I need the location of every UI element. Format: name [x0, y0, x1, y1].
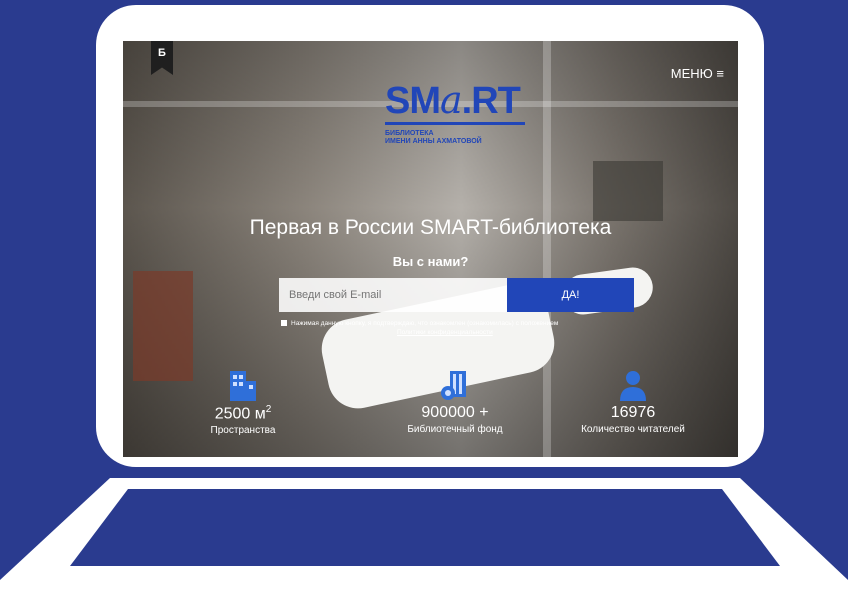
background-shelf-divider	[543, 41, 551, 457]
building-icon	[173, 369, 313, 401]
hero-headline: Первая в России SMART-библиотека	[249, 216, 612, 239]
bookmark-icon[interactable]: Б	[151, 41, 173, 75]
hero-question: Вы с нами?	[392, 254, 469, 269]
logo-wordmark: SMa.RT	[385, 78, 521, 122]
stat-fund-value: 900000 +	[421, 404, 489, 421]
submit-button[interactable]: ДА!	[507, 278, 634, 312]
stat-space-label: Пространства	[210, 425, 276, 437]
browser-screen: Б МЕНЮ ≡ SMa.RT БИБЛИОТЕКА ИМЕНИ АННЫ АХМ…	[123, 41, 738, 457]
background-books	[133, 271, 193, 381]
person-icon	[563, 369, 703, 401]
stat-readers: 16976 Количество читателей	[563, 369, 703, 435]
consent-text: Нажимая данную кнопку, я подтверждаю, чт…	[291, 320, 559, 327]
email-input[interactable]	[279, 278, 507, 312]
logo-subtitle: БИБЛИОТЕКА ИМЕНИ АННЫ АХМАТОВОЙ	[385, 130, 482, 145]
stat-fund-label: Библиотечный фонд	[407, 424, 503, 435]
stat-space: 2500 м2 Пространства	[173, 369, 313, 436]
consent-block: Нажимая данную кнопку, я подтверждаю, чт…	[281, 319, 641, 337]
stat-space-value: 2500 м2	[214, 404, 272, 423]
menu-button[interactable]: МЕНЮ ≡	[671, 66, 724, 81]
stat-readers-label: Количество читателей	[581, 424, 685, 435]
consent-checkbox[interactable]	[281, 320, 287, 327]
library-logo[interactable]: SMa.RT БИБЛИОТЕКА ИМЕНИ АННЫ АХМАТОВОЙ	[385, 81, 535, 146]
background-books	[593, 161, 663, 221]
bookmark-letter: Б	[158, 47, 166, 59]
books-icon	[385, 369, 525, 401]
privacy-policy-link[interactable]: Политики конфиденциальности	[281, 328, 641, 337]
stat-fund: 900000 + Библиотечный фонд	[385, 369, 525, 435]
logo-underline	[385, 122, 525, 125]
stat-readers-value: 16976	[610, 404, 656, 421]
